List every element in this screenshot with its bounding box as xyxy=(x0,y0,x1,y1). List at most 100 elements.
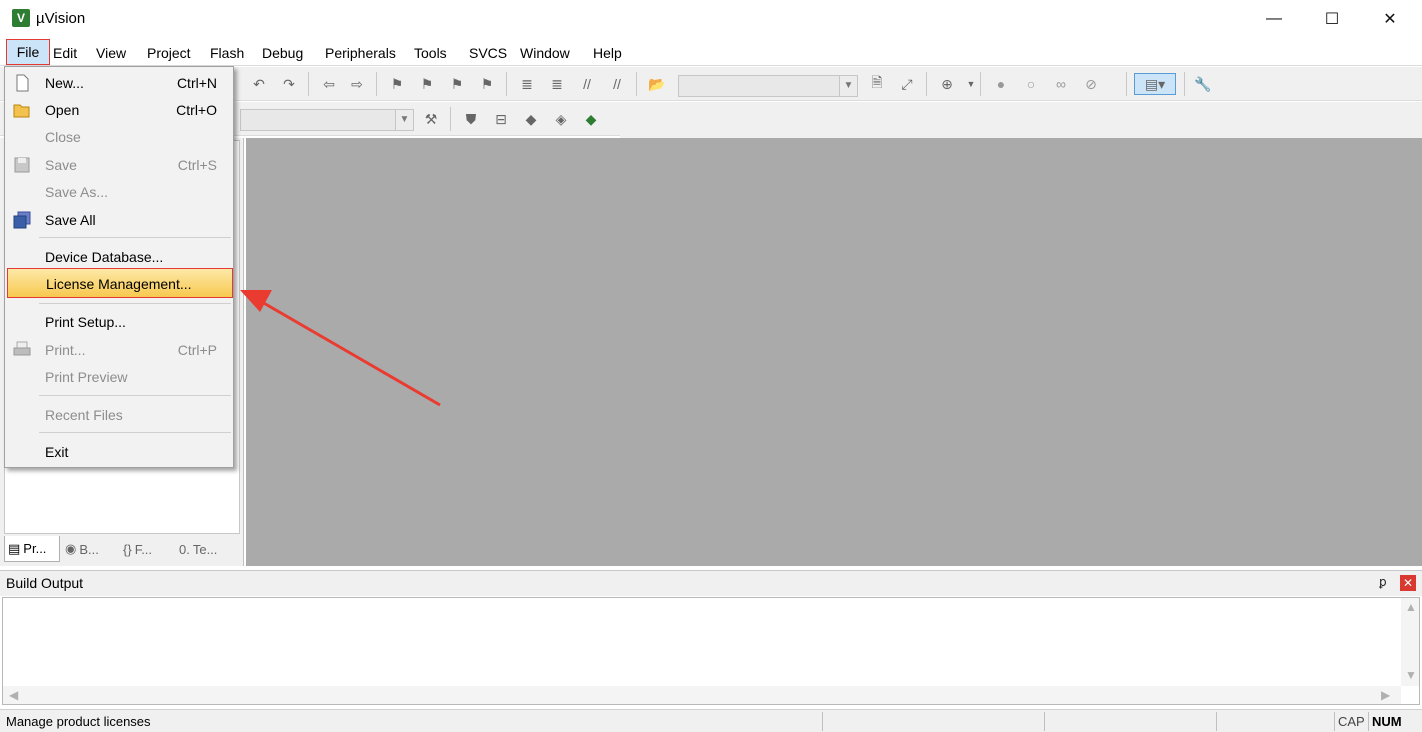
select-packs-icon[interactable]: ⊟ xyxy=(490,108,512,130)
disable-all-breakpoints-icon[interactable]: ∞ xyxy=(1050,73,1072,95)
configure-icon[interactable]: 🔧 xyxy=(1192,73,1214,95)
window-layout-icon[interactable]: ▤▾ xyxy=(1134,73,1176,95)
close-icon: ✕ xyxy=(1383,11,1397,28)
menu-item-exit[interactable]: Exit xyxy=(7,439,231,465)
menu-project[interactable]: Project xyxy=(143,43,195,63)
debug-session-icon[interactable]: ⊕ xyxy=(936,73,958,95)
scroll-up-icon[interactable]: ▲ xyxy=(1405,600,1417,614)
file-menu-dropdown: New... Ctrl+N Open Ctrl+O Close Save Ctr… xyxy=(4,66,234,468)
minimize-icon: — xyxy=(1266,10,1282,27)
title-bar: V µVision — ☐ ✕ xyxy=(0,0,1422,38)
find-combo[interactable]: ▼ xyxy=(678,75,858,97)
vertical-scrollbar[interactable]: ▲ ▼ xyxy=(1401,598,1419,686)
chevron-down-icon[interactable]: ▼ xyxy=(960,73,982,95)
redo-icon[interactable]: ↷ xyxy=(278,73,300,95)
menu-tools[interactable]: Tools xyxy=(410,43,451,63)
uvision-logo-icon: V xyxy=(12,9,30,27)
status-divider xyxy=(1334,712,1335,731)
menu-svcs[interactable]: SVCS xyxy=(465,43,511,63)
save-icon xyxy=(14,157,30,173)
menu-item-close[interactable]: Close xyxy=(7,124,231,150)
num-lock-indicator: NUM xyxy=(1372,714,1402,729)
menu-item-save-as[interactable]: Save As... xyxy=(7,179,231,205)
menu-window[interactable]: Window xyxy=(516,43,574,63)
menu-peripherals[interactable]: Peripherals xyxy=(321,43,400,63)
bookmark-icon[interactable]: ⚑ xyxy=(386,73,408,95)
minimize-button[interactable]: — xyxy=(1245,0,1303,38)
breakpoint-icon[interactable]: ● xyxy=(990,73,1012,95)
target-select[interactable]: ▼ xyxy=(240,109,414,131)
menu-edit[interactable]: Edit xyxy=(49,43,81,63)
navigate-forward-icon[interactable]: ⇨ xyxy=(346,73,368,95)
menu-item-new[interactable]: New... Ctrl+N xyxy=(7,70,231,96)
editor-area[interactable] xyxy=(246,138,1422,566)
tab-templates[interactable]: 0. Te... xyxy=(176,536,238,562)
comment-icon[interactable]: // xyxy=(576,73,598,95)
menu-flash[interactable]: Flash xyxy=(206,43,248,63)
manage-rte-icon[interactable]: ◆ xyxy=(520,108,542,130)
menu-item-save-all[interactable]: Save All xyxy=(7,207,231,233)
menu-item-print-setup[interactable]: Print Setup... xyxy=(7,309,231,335)
menu-item-save[interactable]: Save Ctrl+S xyxy=(7,152,231,178)
menu-file[interactable]: File xyxy=(6,39,50,65)
menu-view[interactable]: View xyxy=(92,43,130,63)
toolbar-divider xyxy=(980,72,981,96)
next-bookmark-icon[interactable]: ⚑ xyxy=(446,73,468,95)
toolbar-divider xyxy=(376,72,377,96)
uncomment-icon[interactable]: // xyxy=(606,73,628,95)
clear-bookmarks-icon[interactable]: ⚑ xyxy=(476,73,498,95)
toolbar-divider xyxy=(926,72,927,96)
status-divider xyxy=(1216,712,1217,731)
horizontal-scrollbar[interactable]: ◀ ▶ xyxy=(3,686,1401,704)
scroll-right-icon[interactable]: ▶ xyxy=(1381,688,1390,702)
toolbar-divider xyxy=(506,72,507,96)
open-folder-icon xyxy=(13,104,30,118)
find-in-files-icon[interactable]: 📂 xyxy=(646,73,668,95)
templates-tab-icon: 0. xyxy=(179,541,190,557)
indent-icon[interactable]: ≣ xyxy=(516,73,538,95)
menu-item-license-management[interactable]: License Management... xyxy=(7,268,233,298)
project-tab-icon: ▤ xyxy=(8,540,21,556)
menu-item-print-preview[interactable]: Print Preview xyxy=(7,364,231,390)
functions-tab-icon: {} xyxy=(123,541,132,557)
pin-icon[interactable]: ꝑ xyxy=(1379,575,1387,589)
breakpoint-disable-icon[interactable]: ○ xyxy=(1020,73,1042,95)
menu-help[interactable]: Help xyxy=(589,43,626,63)
close-icon[interactable]: ✕ xyxy=(1400,575,1416,591)
prev-bookmark-icon[interactable]: ⚑ xyxy=(416,73,438,95)
chevron-down-icon: ▼ xyxy=(395,110,413,130)
navigate-back-icon[interactable]: ⇦ xyxy=(318,73,340,95)
kill-all-breakpoints-icon[interactable]: ⊘ xyxy=(1080,73,1102,95)
status-divider xyxy=(1044,712,1045,731)
undo-icon[interactable]: ↶ xyxy=(248,73,270,95)
status-divider xyxy=(822,712,823,731)
menu-separator xyxy=(39,432,231,433)
menu-bar: File Edit View Project Flash Debug Perip… xyxy=(0,38,1422,66)
maximize-icon: ☐ xyxy=(1324,11,1340,28)
unindent-icon[interactable]: ≣ xyxy=(546,73,568,95)
caps-lock-indicator: CAP xyxy=(1338,714,1365,729)
toolbar-divider xyxy=(450,107,451,131)
find-icon[interactable]: 🗎 xyxy=(866,73,888,95)
tab-books[interactable]: ◉ B... xyxy=(62,536,116,562)
menu-debug[interactable]: Debug xyxy=(258,43,307,63)
scroll-down-icon[interactable]: ▼ xyxy=(1405,668,1417,682)
menu-item-print[interactable]: Print... Ctrl+P xyxy=(7,337,231,363)
multi-project-icon[interactable]: ◆ xyxy=(580,108,602,130)
target-options-icon[interactable]: ⚒ xyxy=(420,108,442,130)
toolbar-background xyxy=(620,102,1422,138)
print-icon xyxy=(13,341,31,356)
menu-item-recent-files[interactable]: Recent Files xyxy=(7,402,231,428)
tab-project[interactable]: ▤ Pr... xyxy=(4,536,60,562)
tab-functions[interactable]: {} F... xyxy=(120,536,174,562)
toolbar-divider xyxy=(1126,72,1127,96)
incremental-find-icon[interactable]: ⤢ xyxy=(896,73,918,95)
manage-project-items-icon[interactable]: ⛊ xyxy=(460,108,482,130)
build-output-text[interactable]: ▲ ▼ ◀ ▶ xyxy=(2,597,1420,705)
maximize-button[interactable]: ☐ xyxy=(1303,0,1361,38)
menu-item-device-database[interactable]: Device Database... xyxy=(7,244,231,270)
close-window-button[interactable]: ✕ xyxy=(1361,0,1419,38)
scroll-left-icon[interactable]: ◀ xyxy=(9,688,18,702)
pack-installer-icon[interactable]: ◈ xyxy=(550,108,572,130)
menu-item-open[interactable]: Open Ctrl+O xyxy=(7,97,231,123)
